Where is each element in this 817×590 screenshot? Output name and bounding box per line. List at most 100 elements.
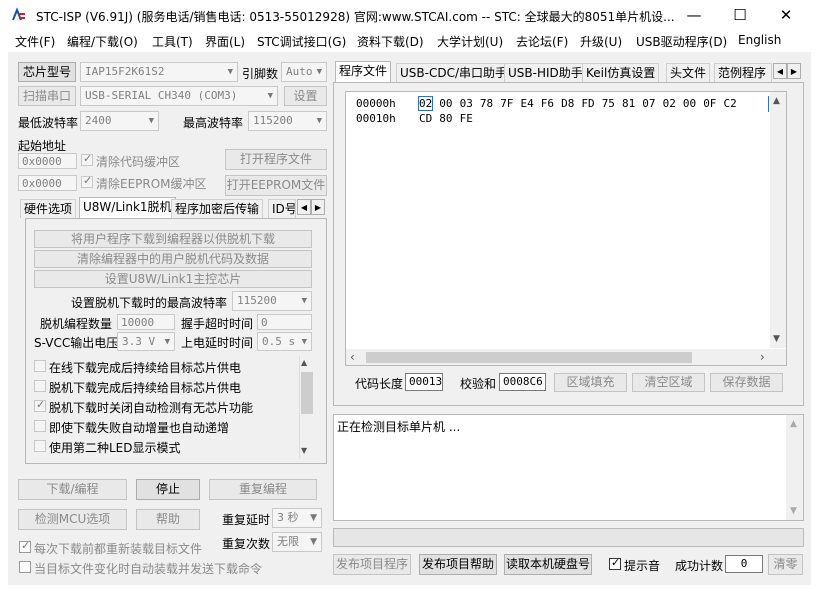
- hex-byte[interactable]: 07: [642, 97, 655, 110]
- publish-help-button[interactable]: 发布项目帮助: [419, 554, 497, 575]
- offline-max-baud-select[interactable]: 115200 ▼: [232, 291, 312, 311]
- publish-program-button[interactable]: 发布项目程序: [333, 554, 411, 575]
- clear-eeprom-checkbox[interactable]: ✓: [81, 174, 93, 188]
- maximize-button[interactable]: ☐: [717, 0, 763, 31]
- tab-u8w-offline[interactable]: U8W/Link1脱机: [79, 197, 176, 218]
- hex-byte[interactable]: 0F: [703, 97, 716, 110]
- save-data-button[interactable]: 保存数据: [710, 373, 783, 392]
- clear-code-checkbox[interactable]: ✓: [81, 152, 93, 166]
- pin-count-select[interactable]: Auto ▼: [281, 62, 327, 82]
- option-checkbox[interactable]: [34, 360, 46, 372]
- hex-byte[interactable]: 03: [460, 97, 473, 110]
- hex-scroll-thumb[interactable]: [366, 352, 692, 363]
- scroll-down-icon[interactable]: ▼: [301, 446, 307, 455]
- tab-scroll-left-icon[interactable]: ◀: [773, 63, 787, 79]
- download-to-programmer-button[interactable]: 将用户程序下载到编程器以供脱机下载: [34, 230, 312, 248]
- menu-university[interactable]: 大学计划(U): [437, 33, 503, 50]
- scroll-up-icon[interactable]: ▲: [301, 358, 307, 367]
- tab-program-file[interactable]: 程序文件: [335, 61, 392, 82]
- svcc-voltage-select[interactable]: 3.3 V ▼: [117, 332, 175, 351]
- check-mcu-button[interactable]: 检测MCU选项: [18, 509, 127, 530]
- option-checkbox[interactable]: ✓: [34, 398, 46, 412]
- eeprom-address-field[interactable]: 0x0000: [18, 175, 77, 191]
- scroll-right-icon[interactable]: ›: [760, 350, 765, 364]
- hex-byte[interactable]: 00: [683, 97, 696, 110]
- tab-encrypted-transfer[interactable]: 程序加密后传输: [171, 199, 264, 218]
- open-eeprom-file-button[interactable]: 打开EEPROM文件: [225, 175, 327, 196]
- scroll-left-icon[interactable]: ‹: [350, 350, 355, 364]
- option-checkbox[interactable]: [34, 420, 46, 432]
- power-delay-select[interactable]: 0.5 s ▼: [257, 332, 312, 351]
- option-checkbox[interactable]: [34, 380, 46, 392]
- menu-file[interactable]: 文件(F): [15, 33, 55, 50]
- hex-byte[interactable]: 80: [439, 112, 452, 125]
- set-master-chip-button[interactable]: 设置U8W/Link1主控芯片: [34, 270, 312, 288]
- tab-example-programs[interactable]: 范例程序: [714, 63, 772, 82]
- code-address-field[interactable]: 0x0000: [18, 153, 77, 169]
- hex-editor[interactable]: [345, 91, 787, 366]
- close-button[interactable]: ✕: [763, 0, 809, 31]
- help-button[interactable]: 帮助: [136, 509, 200, 530]
- tab-usb-hid[interactable]: USB-HID助手: [504, 63, 587, 82]
- reset-count-button[interactable]: 清零: [768, 554, 803, 575]
- read-disk-id-button[interactable]: 读取本机硬盘号: [504, 554, 592, 575]
- hex-byte[interactable]: FE: [460, 112, 473, 125]
- tab-hardware-options[interactable]: 硬件选项: [20, 199, 77, 218]
- menu-downloads[interactable]: 资料下载(D): [357, 33, 424, 50]
- hex-byte[interactable]: F6: [541, 97, 554, 110]
- hex-byte[interactable]: CD: [419, 112, 432, 125]
- area-fill-button[interactable]: 区域填充: [554, 373, 627, 392]
- hex-byte[interactable]: FD: [581, 97, 594, 110]
- chip-model-button[interactable]: 芯片型号: [18, 62, 76, 82]
- scroll-up-icon[interactable]: ▲: [773, 96, 780, 106]
- tab-id-number[interactable]: ID号: [268, 199, 296, 218]
- repeat-delay-select[interactable]: 3 秒 ▼: [272, 508, 322, 528]
- sound-checkbox[interactable]: ✓: [609, 556, 621, 570]
- scan-port-button[interactable]: 扫描串口: [18, 86, 76, 106]
- menu-forum[interactable]: 去论坛(F): [516, 33, 568, 50]
- repeat-count-select[interactable]: 无限 ▼: [272, 532, 322, 552]
- hex-byte[interactable]: D8: [561, 97, 574, 110]
- options-scroll-thumb[interactable]: [301, 372, 313, 414]
- menu-usb-driver[interactable]: USB驱动程序(D): [636, 33, 727, 50]
- scroll-down-icon[interactable]: ▼: [790, 506, 797, 516]
- min-baud-select[interactable]: 2400 ▼: [80, 111, 159, 131]
- open-program-file-button[interactable]: 打开程序文件: [225, 149, 327, 170]
- hex-vertical-scrollbar[interactable]: [770, 92, 786, 348]
- hex-byte[interactable]: 02: [417, 96, 434, 111]
- port-select[interactable]: USB-SERIAL CH340 (COM3) ▼: [80, 86, 278, 106]
- max-baud-select[interactable]: 115200 ▼: [248, 111, 327, 131]
- handshake-timeout-field[interactable]: 0: [257, 314, 312, 330]
- scroll-down-icon[interactable]: ▼: [773, 334, 780, 344]
- menu-english[interactable]: English: [738, 33, 781, 47]
- clear-area-button[interactable]: 清空区域: [632, 373, 705, 392]
- hex-byte[interactable]: 75: [602, 97, 615, 110]
- hex-byte[interactable]: 02: [663, 97, 676, 110]
- menu-tools[interactable]: 工具(T): [152, 33, 193, 50]
- chip-model-select[interactable]: IAP15F2K61S2 ▼: [80, 62, 238, 82]
- reload-checkbox[interactable]: ✓: [19, 539, 31, 553]
- option-checkbox[interactable]: [34, 440, 46, 452]
- hex-byte[interactable]: 00: [439, 97, 452, 110]
- tab-scroll-right-icon[interactable]: ▶: [311, 199, 325, 215]
- menu-interface[interactable]: 界面(L): [205, 33, 245, 50]
- hex-byte[interactable]: 7F: [500, 97, 513, 110]
- auto-send-checkbox[interactable]: [19, 561, 31, 573]
- tab-header-files[interactable]: 头文件: [666, 63, 711, 82]
- menu-program[interactable]: 编程/下载(O): [67, 33, 138, 50]
- tab-usb-cdc[interactable]: USB-CDC/串口助手: [396, 63, 512, 82]
- log-vertical-scrollbar[interactable]: [786, 415, 803, 520]
- repeat-program-button[interactable]: 重复编程: [209, 479, 317, 500]
- tab-scroll-left-icon[interactable]: ◀: [297, 199, 311, 215]
- scroll-up-icon[interactable]: ▲: [790, 419, 797, 429]
- download-program-button[interactable]: 下载/编程: [18, 479, 127, 500]
- port-settings-button[interactable]: 设置: [284, 86, 327, 106]
- tab-scroll-right-icon[interactable]: ▶: [787, 63, 801, 79]
- hex-byte[interactable]: E4: [521, 97, 534, 110]
- minimize-button[interactable]: —: [671, 0, 717, 31]
- stop-button[interactable]: 停止: [136, 479, 200, 500]
- hex-byte[interactable]: 81: [622, 97, 635, 110]
- hex-byte[interactable]: C2: [724, 97, 737, 110]
- tab-keil-settings[interactable]: Keil仿真设置: [582, 63, 660, 82]
- clear-offline-code-button[interactable]: 清除编程器中的用户脱机代码及数据: [34, 250, 312, 268]
